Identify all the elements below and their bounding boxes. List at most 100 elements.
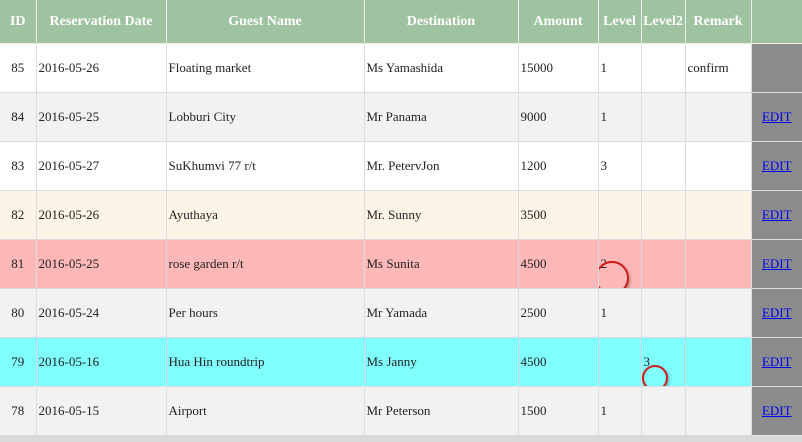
cell-reservation-date: 2016-05-27 [36, 141, 167, 191]
header-id[interactable]: ID [0, 0, 37, 44]
edit-link[interactable]: EDIT [762, 109, 792, 124]
cell-id-text: 85 [11, 60, 25, 75]
cell-id-text: 81 [11, 256, 25, 271]
cell-guest-name-text: Per hours [168, 305, 218, 320]
cell-guest-name: Per hours [166, 288, 365, 338]
cell-destination: Mr Yamada [364, 288, 519, 338]
cell-reservation-date-text: 2016-05-27 [38, 158, 100, 173]
cell-remark [685, 386, 752, 436]
table-row: 80 2016-05-24 Per hours Mr Yamada 2500 1 EDIT [0, 288, 802, 338]
cell-reservation-date: 2016-05-25 [36, 239, 167, 289]
cell-guest-name: Hua Hin roundtrip [166, 337, 365, 387]
header-reservation-date[interactable]: Reservation Date [36, 0, 167, 44]
edit-link[interactable]: EDIT [762, 158, 792, 173]
table-row: 82 2016-05-26 Ayuthaya Mr. Sunny 3500 EDIT [0, 190, 802, 240]
cell-destination-text: Mr. Sunny [366, 207, 422, 222]
cell-id: 80 [0, 288, 37, 338]
cell-amount: 1500 [518, 386, 599, 436]
cell-amount: 4500 [518, 337, 599, 387]
cell-guest-name-text: rose garden r/t [168, 256, 244, 271]
cell-reservation-date-text: 2016-05-25 [38, 109, 100, 124]
cell-destination-text: Mr Yamada [366, 305, 428, 320]
cell-destination: Mr Peterson [364, 386, 519, 436]
cell-level2: 3 [641, 337, 686, 387]
cell-reservation-date: 2016-05-16 [36, 337, 167, 387]
cell-destination: Mr Panama [364, 92, 519, 142]
cell-level-text: 2 [600, 256, 608, 271]
cell-id-text: 83 [11, 158, 25, 173]
cell-id: 84 [0, 92, 37, 142]
table-row: 78 2016-05-15 Airport Mr Peterson 1500 1 EDIT [0, 386, 802, 436]
cell-reservation-date-text: 2016-05-26 [38, 60, 100, 75]
cell-destination: Ms Sunita [364, 239, 519, 289]
cell-action: EDIT [751, 337, 802, 387]
cell-level: 2 [598, 239, 642, 289]
cell-guest-name-text: SuKhumvi 77 r/t [168, 158, 256, 173]
cell-level-text: 3 [600, 158, 608, 173]
cell-id: 78 [0, 386, 37, 436]
cell-reservation-date-text: 2016-05-15 [38, 403, 100, 418]
cell-id-text: 78 [11, 403, 25, 418]
cell-amount: 15000 [518, 43, 599, 93]
table-row: 79 2016-05-16 Hua Hin roundtrip Ms Janny 450… [0, 337, 802, 387]
table-body: 85 2016-05-26 Floating market Ms Yamashida 1… [0, 43, 802, 436]
cell-action [751, 43, 802, 93]
cell-guest-name-text: Hua Hin roundtrip [168, 354, 265, 369]
cell-destination-text: Mr Panama [366, 109, 427, 124]
cell-reservation-date: 2016-05-15 [36, 386, 167, 436]
cell-destination-text: Ms Yamashida [366, 60, 444, 75]
cell-destination: Ms Janny [364, 337, 519, 387]
edit-link[interactable]: EDIT [762, 207, 792, 222]
cell-remark [685, 92, 752, 142]
cell-id-text: 84 [11, 109, 25, 124]
cell-level: 1 [598, 92, 642, 142]
cell-guest-name-text: Lobburi City [168, 109, 237, 124]
cell-action: EDIT [751, 92, 802, 142]
cell-level2 [641, 92, 686, 142]
cell-guest-name-text: Airport [168, 403, 207, 418]
cell-id: 85 [0, 43, 37, 93]
cell-action: EDIT [751, 141, 802, 191]
cell-action: EDIT [751, 288, 802, 338]
cell-level-text: 1 [600, 109, 608, 124]
cell-level: 1 [598, 288, 642, 338]
header-amount[interactable]: Amount [518, 0, 599, 44]
cell-level2 [641, 141, 686, 191]
header-level[interactable]: Level [598, 0, 642, 44]
cell-level2 [641, 239, 686, 289]
cell-action: EDIT [751, 190, 802, 240]
cell-guest-name: rose garden r/t [166, 239, 365, 289]
header-remark[interactable]: Remark [685, 0, 752, 44]
cell-level2 [641, 386, 686, 436]
cell-amount-text: 9000 [520, 109, 547, 124]
cell-reservation-date-text: 2016-05-25 [38, 256, 100, 271]
cell-action: EDIT [751, 239, 802, 289]
table-row: 85 2016-05-26 Floating market Ms Yamashida 1… [0, 43, 802, 93]
cell-destination: Mr. PetervJon [364, 141, 519, 191]
cell-level-text: 1 [600, 60, 608, 75]
edit-link[interactable]: EDIT [762, 256, 792, 271]
cell-level2-text: 3 [643, 354, 651, 369]
cell-destination-text: Mr Peterson [366, 403, 431, 418]
header-guest-name[interactable]: Guest Name [166, 0, 365, 44]
cell-reservation-date-text: 2016-05-16 [38, 354, 100, 369]
cell-guest-name-text: Ayuthaya [168, 207, 218, 222]
cell-destination: Ms Yamashida [364, 43, 519, 93]
cell-level: 3 [598, 141, 642, 191]
cell-amount: 3500 [518, 190, 599, 240]
cell-action: EDIT [751, 386, 802, 436]
cell-remark [685, 288, 752, 338]
cell-guest-name: Airport [166, 386, 365, 436]
cell-id-text: 82 [11, 207, 25, 222]
edit-link[interactable]: EDIT [762, 403, 792, 418]
cell-level2 [641, 190, 686, 240]
cell-reservation-date: 2016-05-26 [36, 190, 167, 240]
cell-amount: 4500 [518, 239, 599, 289]
edit-link[interactable]: EDIT [762, 354, 792, 369]
header-destination[interactable]: Destination [364, 0, 519, 44]
cell-reservation-date-text: 2016-05-24 [38, 305, 100, 320]
cell-destination-text: Ms Sunita [366, 256, 420, 271]
edit-link[interactable]: EDIT [762, 305, 792, 320]
header-level2[interactable]: Level2 [641, 0, 686, 44]
cell-reservation-date-text: 2016-05-26 [38, 207, 100, 222]
